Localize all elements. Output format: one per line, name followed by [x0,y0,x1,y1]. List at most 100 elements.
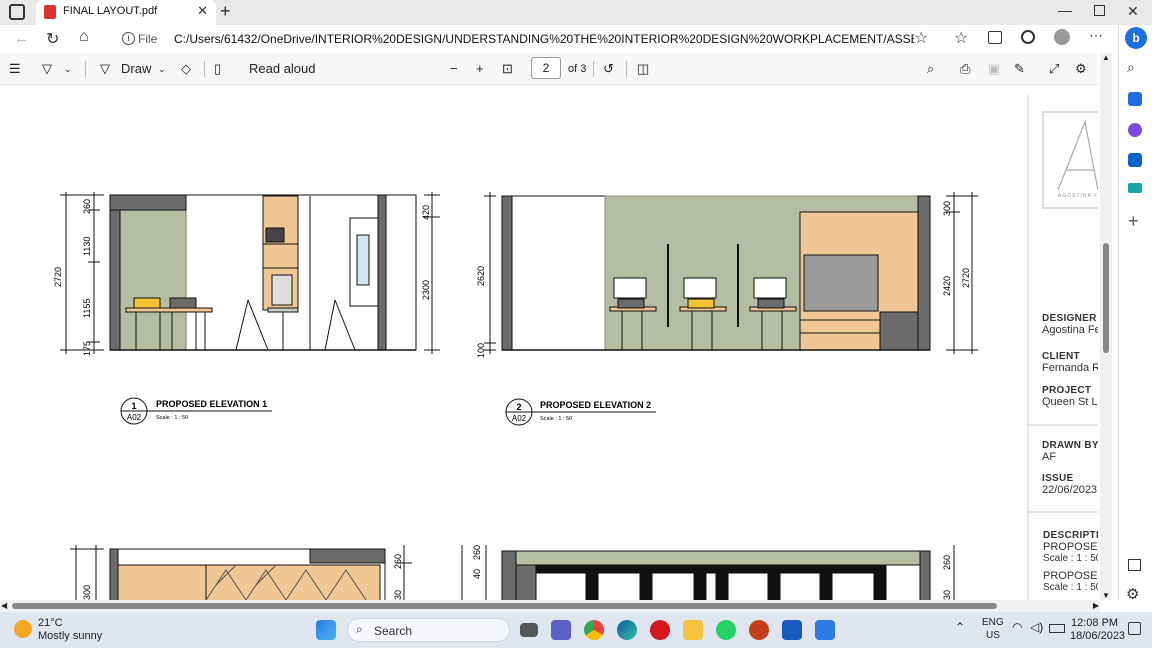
horizontal-scrollbar[interactable]: ◀ ▶ [0,600,1100,612]
horizontal-scroll-thumb[interactable] [12,603,997,609]
search-icon[interactable]: ⌕ [927,61,934,77]
weather-text[interactable]: Mostly sunny [38,630,102,642]
volume-icon[interactable]: ◁) [1030,620,1043,634]
vertical-scroll-thumb[interactable] [1103,243,1109,353]
windows-taskbar: 21°C Mostly sunny ⌕ Search ⌃ ENG US ◠ ◁)… [0,612,1152,648]
address-bar: ← ↻ ⌂ i File C:/Users/61432/OneDrive/INT… [0,25,1118,53]
elevation-1 [60,192,440,354]
tab-actions-icon[interactable] [9,4,25,20]
dim-overall-2: 2720 [961,268,971,288]
outlook-icon[interactable] [1128,153,1142,167]
zoom-in-icon[interactable]: + [476,61,484,76]
url-field[interactable]: i File C:/Users/61432/OneDrive/INTERIOR%… [118,28,914,51]
save-icon[interactable]: ▣ [988,61,1000,77]
weather-icon[interactable] [14,620,32,638]
powerpoint-icon[interactable] [749,620,769,640]
page-number-input[interactable]: 2 [531,57,561,79]
settings-icon[interactable]: ⚙ [1075,61,1087,77]
drawn-by-value: AF [1042,451,1057,463]
notification-icon[interactable] [1128,622,1141,635]
search-label: Search [374,624,413,638]
page-view-icon[interactable]: ◫ [637,61,649,77]
chrome-icon[interactable] [584,620,604,640]
rotate-icon[interactable]: ↺ [603,61,614,77]
read-aloud-button[interactable]: Read aloud [249,61,316,76]
collections-icon[interactable] [988,31,1002,44]
fullscreen-icon[interactable]: ⤢ [1049,61,1059,77]
wifi-icon[interactable]: ◠ [1012,620,1022,634]
edge-icon[interactable] [617,620,637,640]
highlight-icon[interactable]: ▽ [42,61,52,77]
read-aloud-icon[interactable]: ▯ [214,61,221,77]
url-text: C:/Users/61432/OneDrive/INTERIOR%20DESIG… [174,32,914,46]
file-label: File [138,32,158,46]
dim-bottom-right-b: 30 [393,590,403,600]
favorite-star-icon[interactable]: ☆ [914,28,928,48]
drop-icon[interactable] [1128,183,1142,193]
clock-time[interactable]: 12:08 PM [1071,617,1118,629]
search-icon[interactable]: ⌕ [1127,59,1135,76]
teams-icon[interactable] [551,620,571,640]
issue-value: 22/06/2023 [1042,484,1098,496]
chevron-down-icon[interactable]: ⌄ [64,64,72,75]
scroll-up-icon[interactable]: ▲ [1102,53,1110,62]
close-tab-icon[interactable]: ✕ [197,3,208,19]
dim-right-1: 420 [421,205,431,220]
clock-date[interactable]: 18/06/2023 [1070,630,1125,642]
dim-bottom-mid-b: 260 [472,545,482,560]
vertical-scrollbar[interactable]: ▲ ▼ [1100,53,1112,600]
draw-icon[interactable]: ▽ [100,61,110,77]
scroll-down-icon[interactable]: ▼ [1102,591,1110,600]
save-as-icon[interactable]: ✎ [1014,61,1025,77]
copilot-icon[interactable]: b [1125,27,1147,49]
add-sidebar-icon[interactable]: + [1128,211,1139,232]
elevation-2-number: 2 [516,402,521,412]
close-window-icon[interactable]: ✕ [1127,3,1139,20]
profile-avatar[interactable] [1054,29,1070,45]
word-icon[interactable] [782,620,802,640]
scroll-left-icon[interactable]: ◀ [1,601,7,610]
start-icon[interactable] [316,620,336,640]
opera-icon[interactable] [650,620,670,640]
print-icon[interactable]: ⎙ [960,61,970,77]
tab-final-layout[interactable]: FINAL LAYOUT.pdf ✕ [36,0,216,25]
lang-bottom[interactable]: US [986,630,1000,641]
dim-right-300: 300 [942,201,952,216]
home-icon[interactable]: ⌂ [79,28,89,46]
dim-right-2: 2300 [421,280,431,300]
new-tab-icon[interactable]: + [220,1,231,22]
draw-button[interactable]: Draw [121,61,151,76]
layers-app-icon[interactable] [815,620,835,640]
chevron-down-icon[interactable]: ⌄ [158,64,166,75]
task-view-icon[interactable] [520,623,538,637]
battery-icon[interactable] [1049,624,1065,633]
zoom-out-icon[interactable]: − [450,61,458,76]
fit-page-icon[interactable]: ⊡ [502,61,513,77]
elevation-2 [484,192,978,354]
elevation-1-number: 1 [131,401,136,411]
extensions-icon[interactable] [1021,30,1035,44]
minimize-icon[interactable]: — [1058,2,1072,18]
pdf-page-viewer[interactable]: 2720 260 1130 1155 175 420 2300 1 A02 PR… [0,85,1098,600]
weather-temp[interactable]: 21°C [38,617,63,629]
logo-text: AGOSTINA FERRA [1058,193,1098,199]
sidebar-settings-icon[interactable]: ⚙ [1126,585,1139,603]
refresh-icon[interactable]: ↻ [46,29,59,49]
scroll-right-icon[interactable]: ▶ [1093,601,1099,610]
client-label: CLIENT [1042,351,1080,362]
shopping-icon[interactable] [1128,92,1142,106]
back-icon[interactable]: ← [14,30,29,47]
description-1: PROPOSED [1043,541,1098,553]
sidebar-toggle-icon[interactable] [1128,559,1141,571]
file-explorer-icon[interactable] [683,620,703,640]
maximize-icon[interactable] [1094,5,1105,16]
contents-icon[interactable]: ☰ [9,61,21,77]
eraser-icon[interactable]: ◇ [181,61,191,77]
lang-top[interactable]: ENG [982,617,1004,628]
taskbar-search[interactable]: ⌕ Search [347,618,510,642]
games-icon[interactable] [1128,123,1142,137]
whatsapp-icon[interactable] [716,620,736,640]
favorites-icon[interactable]: ☆ [954,28,968,48]
more-menu-icon[interactable]: ⋯ [1089,27,1103,44]
chevron-up-icon[interactable]: ⌃ [955,620,965,634]
